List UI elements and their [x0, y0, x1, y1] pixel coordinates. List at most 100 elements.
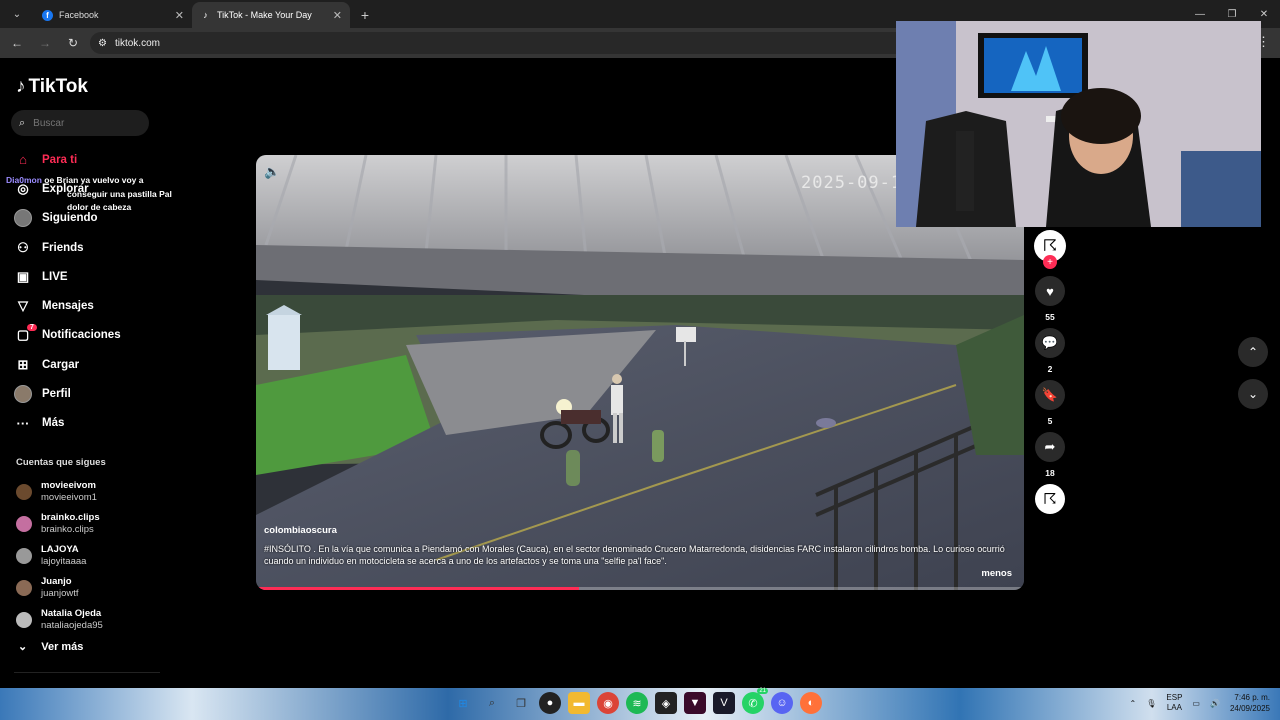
file-explorer-icon[interactable]: ▬ [568, 692, 590, 714]
microphone-icon[interactable]: 🎙 [1146, 699, 1156, 708]
volume-icon[interactable]: 🔈 [264, 164, 280, 180]
video-actions: ☈ + ♥ 55 💬 2 🔖 5 ➦ 18 ☈ [1033, 230, 1067, 514]
tiktok-logo[interactable]: ♪ TikTok [16, 76, 88, 98]
tab-search-button[interactable]: ⌄ [6, 3, 28, 25]
spotify-icon[interactable]: ≋ [626, 692, 648, 714]
sidebar-item-cargar[interactable]: ⊞ Cargar [14, 350, 154, 379]
sidebar-item-label: Para ti [42, 153, 78, 166]
tiktok-note-icon: ♪ [16, 76, 26, 97]
avatar [16, 612, 32, 628]
show-less-button[interactable]: menos [981, 568, 1012, 579]
sidebar-item-para-ti[interactable]: ⌂ Para ti [14, 145, 154, 174]
more-icon: ··· [16, 415, 30, 431]
start-icon[interactable]: ⊞ [452, 692, 474, 714]
site-info-icon[interactable]: ⚙ [98, 38, 107, 49]
search-box[interactable]: ⌕ [11, 110, 149, 136]
account-handle: brainko.clips [41, 524, 94, 535]
following-account[interactable]: brainko.clips brainko.clips [16, 508, 103, 540]
share-button[interactable]: ➦ [1035, 432, 1065, 462]
following-section-title: Cuentas que sigues [16, 457, 106, 468]
account-name: Juanjo [41, 576, 72, 587]
sidebar-item-notificaciones[interactable]: ▢ 7 Notificaciones [14, 321, 154, 350]
new-tab-button[interactable]: + [354, 4, 376, 26]
tab-title: TikTok - Make Your Day [217, 10, 312, 20]
feed-navigation: ⌃ ⌄ [1238, 337, 1268, 409]
tab-tiktok[interactable]: ♪ TikTok - Make Your Day ✕ [192, 2, 350, 28]
whatsapp-icon[interactable]: ✆ 21 [742, 688, 768, 714]
chevron-up-icon: ⌃ [1247, 345, 1259, 359]
bookmark-icon: 🔖 [1041, 387, 1059, 402]
account-name: LAJOYA [41, 544, 79, 555]
avatar [16, 484, 32, 500]
streamlabs-icon[interactable]: ◈ [655, 692, 677, 714]
video-editor-icon[interactable]: ▼ [684, 692, 706, 714]
following-account[interactable]: Juanjo juanjowtf [16, 572, 103, 604]
video-timestamp-overlay: 2025-09-1 [801, 173, 903, 193]
vegas-icon[interactable]: V [713, 692, 735, 714]
keyboard-layout: LAA [1166, 703, 1182, 712]
video-progress-fill [256, 587, 579, 590]
save-count: 5 [1047, 416, 1053, 426]
home-icon: ⌂ [19, 152, 27, 168]
stream-chat-overlay: Dia0mon oe Brian ya vuelvo voy a consegu… [6, 174, 172, 215]
music-disc-icon[interactable]: ☈ [1035, 484, 1065, 514]
sidebar-item-label: Mensajes [42, 300, 94, 313]
next-video-button[interactable]: ⌄ [1238, 379, 1268, 409]
chevron-down-icon: ⌄ [18, 641, 28, 653]
following-account[interactable]: movieeivom movieeivom1 [16, 476, 103, 508]
close-icon[interactable]: ✕ [333, 9, 342, 22]
forward-button[interactable]: → [34, 32, 56, 54]
video-caption: #INSÓLITO . En la vía que comunica a Pie… [264, 544, 1005, 566]
firefox-icon[interactable]: ◐ [800, 692, 822, 714]
back-button[interactable]: ← [6, 32, 28, 54]
search-input[interactable] [33, 117, 134, 129]
chat-username: Dia0mon [6, 175, 42, 185]
tab-facebook[interactable]: f Facebook ✕ [34, 2, 192, 28]
follow-plus-icon[interactable]: + [1043, 255, 1057, 269]
account-name: brainko.clips [41, 512, 100, 523]
webcam-feed [896, 21, 1261, 227]
sidebar-item-friends[interactable]: ⚇ Friends [14, 233, 154, 262]
chat-message-line: conseguir una pastilla Pal [67, 188, 172, 199]
reload-button[interactable]: ↻ [62, 32, 84, 54]
close-icon[interactable]: ✕ [175, 9, 184, 22]
sidebar-item-mas[interactable]: ··· Más [14, 409, 154, 438]
upload-icon: ⊞ [17, 356, 29, 372]
see-more-button[interactable]: ⌄ Ver más [18, 640, 83, 654]
previous-video-button[interactable]: ⌃ [1238, 337, 1268, 367]
sidebar-item-perfil[interactable]: Perfil [14, 379, 154, 408]
obs-icon[interactable]: ● [539, 692, 561, 714]
sidebar-item-live[interactable]: ▣ LIVE [14, 262, 154, 291]
heart-icon: ♥ [1046, 283, 1054, 299]
streamer-webcam-overlay [896, 21, 1261, 227]
following-account[interactable]: Natalia Ojeda nataliaojeda95 [16, 604, 103, 636]
friends-icon: ⚇ [17, 239, 29, 255]
chevron-up-icon[interactable]: ⌃ [1130, 699, 1137, 708]
following-list: movieeivom movieeivom1 brainko.clips brain… [16, 476, 103, 636]
clock[interactable]: 7:46 p. m. 24/09/2025 [1230, 692, 1270, 714]
video-author[interactable]: colombiaoscura [264, 525, 337, 536]
url-text: tiktok.com [114, 37, 160, 49]
save-button[interactable]: 🔖 [1035, 380, 1065, 410]
following-account[interactable]: LAJOYA lajoyitaaaa [16, 540, 103, 572]
like-button[interactable]: ♥ [1035, 276, 1065, 306]
chevron-down-icon: ⌄ [1247, 387, 1259, 401]
volume-icon[interactable]: 🔊 [1210, 699, 1220, 708]
sidebar-item-label: LIVE [42, 270, 68, 283]
comment-button[interactable]: 💬 [1035, 328, 1065, 358]
address-bar[interactable]: ⚙ tiktok.com [90, 32, 970, 54]
avatar [16, 516, 32, 532]
monitor-icon[interactable]: ▭ [1192, 699, 1200, 708]
discord-icon[interactable]: ☺ [771, 692, 793, 714]
task-view-icon[interactable]: ❐ [510, 692, 532, 714]
language-code: ESP [1166, 693, 1183, 702]
sidebar-item-mensajes[interactable]: ▽ Mensajes [14, 291, 154, 320]
language-indicator[interactable]: ESP LAA [1166, 693, 1182, 713]
live-icon: ▣ [16, 268, 30, 284]
sidebar-item-label: Friends [42, 241, 84, 254]
creator-avatar[interactable]: ☈ + [1034, 230, 1066, 269]
search-icon[interactable]: ⌕ [481, 692, 503, 714]
logo-text: TikTok [28, 76, 88, 97]
video-progress-bar[interactable] [256, 587, 1024, 590]
chrome-icon[interactable]: ◉ [597, 692, 619, 714]
